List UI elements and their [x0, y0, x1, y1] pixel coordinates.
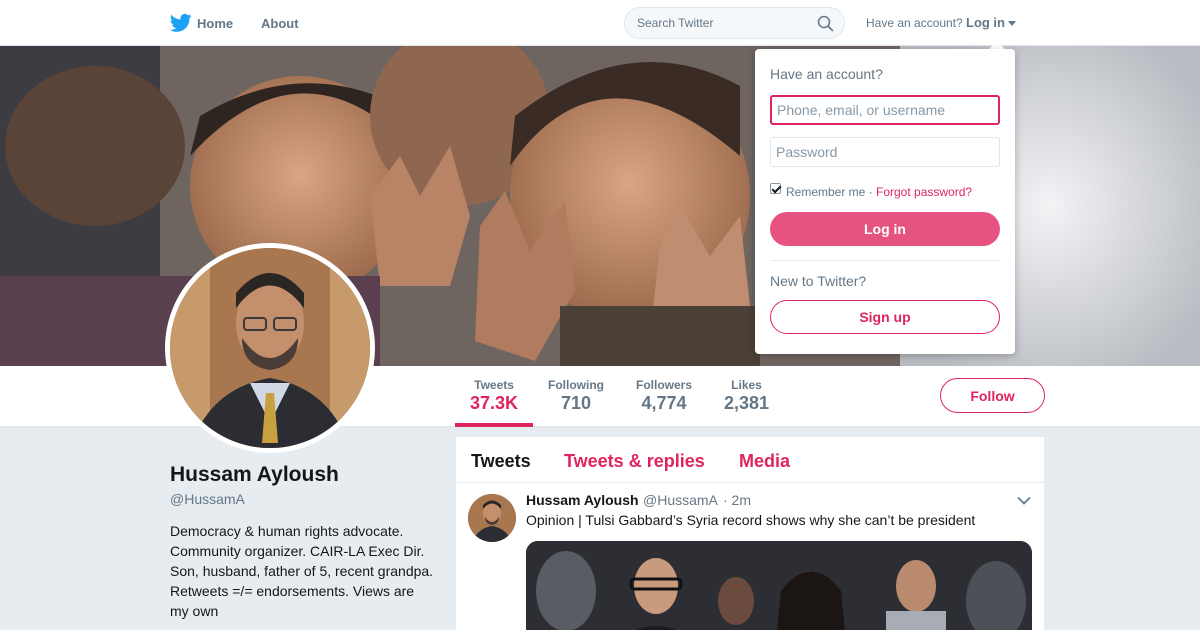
stat-value: 2,381: [724, 393, 770, 413]
remember-me-checkbox[interactable]: [770, 183, 781, 194]
login-button[interactable]: Log in: [770, 212, 1000, 246]
tweet-author-name[interactable]: Hussam Ayloush: [526, 492, 639, 508]
stat-value: 4,774: [641, 393, 687, 413]
stat-value: 710: [560, 393, 592, 413]
tweet-media-illustration: [526, 541, 1032, 630]
caret-down-icon[interactable]: [1008, 21, 1016, 26]
stat-label: Followers: [636, 378, 693, 392]
avatar-portrait: [170, 248, 370, 448]
tweet-author-handle[interactable]: @HussamA: [643, 492, 718, 508]
profile-avatar[interactable]: [165, 243, 375, 453]
dropdown-title: Have an account?: [770, 66, 883, 82]
search-icon[interactable]: [817, 15, 834, 32]
remember-me-label[interactable]: Remember me ·: [786, 185, 873, 199]
profile-name: Hussam Ayloush: [170, 463, 339, 486]
login-menu-button[interactable]: Log in: [966, 15, 1005, 30]
stat-label: Likes: [731, 378, 762, 392]
tab-media[interactable]: Media: [739, 451, 790, 472]
password-input[interactable]: [770, 137, 1000, 167]
stat-label: Tweets: [474, 378, 514, 392]
tab-tweets-replies[interactable]: Tweets & replies: [564, 451, 705, 472]
profile-bio: Democracy & human rights advocate. Commu…: [170, 523, 434, 619]
new-to-twitter-text: New to Twitter?: [770, 273, 867, 289]
stat-label: Following: [548, 378, 604, 392]
stat-followers[interactable]: Followers 4,774: [636, 378, 692, 414]
tweet-timestamp[interactable]: · 2m: [723, 492, 751, 508]
search-input[interactable]: Search Twitter: [637, 16, 713, 30]
tweet-avatar-portrait: [468, 494, 516, 542]
login-dropdown: Have an account? Remember me · Forgot pa…: [755, 49, 1015, 354]
forgot-password-link[interactable]: Forgot password?: [876, 185, 972, 199]
tweet-avatar[interactable]: [468, 494, 516, 542]
timeline: Tweets Tweets & replies Media Hussam Ayl…: [456, 437, 1044, 630]
stat-value: 37.3K: [470, 393, 519, 413]
stat-following[interactable]: Following 710: [548, 378, 604, 414]
search-box[interactable]: Search Twitter: [624, 7, 845, 39]
tweet-media-image[interactable]: [526, 541, 1032, 630]
nav-home-link[interactable]: Home: [197, 16, 233, 31]
timeline-tabs: Tweets Tweets & replies Media: [456, 437, 1044, 483]
profile-handle: @HussamA: [170, 491, 245, 507]
top-nav: Home About Search Twitter Have an accoun…: [0, 0, 1200, 46]
signup-button[interactable]: Sign up: [770, 300, 1000, 334]
follow-button[interactable]: Follow: [940, 378, 1045, 413]
tweet-text: Opinion | Tulsi Gabbard’s Syria record s…: [526, 512, 976, 528]
active-stat-underline: [455, 423, 533, 427]
dropdown-divider: [770, 260, 1000, 261]
tab-tweets[interactable]: Tweets: [471, 451, 531, 472]
nav-about-link[interactable]: About: [261, 16, 299, 31]
chevron-down-icon[interactable]: [1017, 496, 1031, 506]
have-account-text: Have an account?: [866, 16, 963, 30]
twitter-bird-icon[interactable]: [170, 13, 192, 33]
stat-tweets[interactable]: Tweets 37.3K: [470, 378, 518, 414]
stat-likes[interactable]: Likes 2,381: [724, 378, 769, 414]
username-input[interactable]: [770, 95, 1000, 125]
